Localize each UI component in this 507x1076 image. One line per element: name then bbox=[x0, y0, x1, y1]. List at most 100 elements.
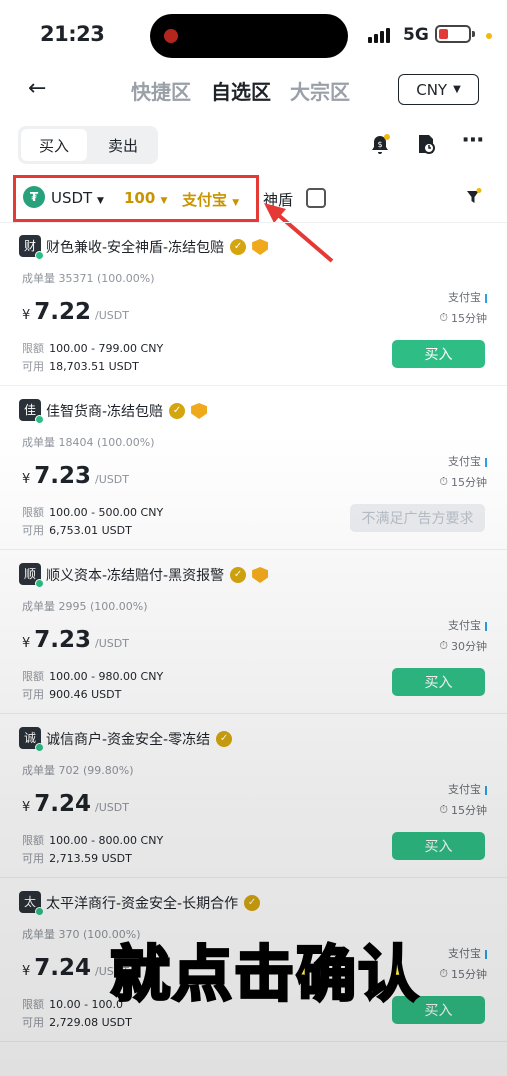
limit-row: 限额 100.00 - 500.00 CNY bbox=[22, 501, 163, 520]
recording-indicator-icon bbox=[164, 29, 178, 43]
limit-label: 限额 bbox=[22, 506, 44, 519]
available-label: 可用 bbox=[22, 1016, 44, 1029]
merchant-row[interactable]: 佳智货商-冻结包赔 ✓ bbox=[46, 401, 208, 421]
caret-down-icon: ▼ bbox=[232, 198, 240, 208]
video-caption: 就点击确认 bbox=[109, 939, 420, 1012]
eta-value: 30分钟 bbox=[451, 640, 487, 653]
amount-label: 100 bbox=[124, 189, 156, 207]
limit-value: 100.00 - 980.00 CNY bbox=[49, 670, 164, 683]
payment-method-label: 支付宝 bbox=[448, 291, 481, 304]
order-history-icon[interactable] bbox=[415, 133, 437, 160]
limit-value: 100.00 - 799.00 CNY bbox=[49, 342, 164, 355]
caret-down-icon: ▼ bbox=[160, 196, 168, 206]
volume-row: 成单量 35371 (100.00%) bbox=[22, 270, 155, 286]
merchant-name: 顺义资本-冻结赔付-黑资报警 bbox=[46, 568, 225, 584]
merchant-row[interactable]: 财色兼收-安全神盾-冻结包赔 ✓ bbox=[46, 237, 269, 257]
caret-down-icon: ▼ bbox=[97, 196, 104, 206]
available-row: 可用 2,729.08 USDT bbox=[22, 1011, 132, 1030]
alipay-color-bar bbox=[485, 621, 487, 631]
currency-select[interactable]: CNY ▼ bbox=[398, 74, 479, 105]
limit-row: 限额 100.00 - 799.00 CNY bbox=[22, 337, 163, 356]
merchant-name: 财色兼收-安全神盾-冻结包赔 bbox=[46, 240, 225, 256]
dynamic-island bbox=[150, 14, 348, 58]
back-arrow-icon[interactable]: ← bbox=[28, 76, 46, 101]
merchant-row[interactable]: 诚信商户-资金安全-零冻结 ✓ bbox=[46, 729, 233, 749]
price-row: ¥ 7.23 /USDT bbox=[22, 463, 129, 489]
limit-value: 100.00 - 500.00 CNY bbox=[49, 506, 164, 519]
payment-method-label: 支付宝 bbox=[448, 783, 481, 796]
currency-symbol: ¥ bbox=[22, 308, 31, 323]
divider bbox=[0, 222, 507, 223]
merchant-avatar: 佳 bbox=[19, 399, 44, 424]
asset-label: USDT bbox=[51, 189, 93, 207]
notification-bell-icon[interactable]: $ bbox=[368, 133, 392, 162]
avatar-initial: 顺 bbox=[23, 567, 36, 581]
buy-button[interactable]: 买入 bbox=[392, 832, 485, 860]
price-value: 7.23 bbox=[34, 463, 92, 489]
volume-label: 成单量 bbox=[22, 764, 55, 777]
payment-method: 支付宝 bbox=[448, 453, 487, 469]
payment-method-label: 支付宝 bbox=[448, 455, 481, 468]
volume-value: 2995 (100.00%) bbox=[58, 600, 148, 613]
tab-quick[interactable]: 快捷区 bbox=[131, 76, 191, 105]
available-value: 900.46 USDT bbox=[49, 688, 122, 701]
volume-label: 成单量 bbox=[22, 928, 55, 941]
svg-text:$: $ bbox=[377, 140, 382, 149]
volume-value: 35371 (100.00%) bbox=[58, 272, 155, 285]
currency-symbol: ¥ bbox=[22, 636, 31, 651]
annotation-arrow-icon bbox=[264, 203, 334, 263]
usdt-coin-icon: ₮ bbox=[23, 186, 45, 208]
payment-method: 支付宝 bbox=[448, 289, 487, 305]
buy-button[interactable]: 买入 bbox=[392, 340, 485, 368]
alipay-color-bar bbox=[485, 785, 487, 795]
limit-row: 限额 100.00 - 800.00 CNY bbox=[22, 829, 163, 848]
merchant-name: 佳智货商-冻结包赔 bbox=[46, 404, 164, 420]
merchant-row[interactable]: 太平洋商行-资金安全-长期合作 ✓ bbox=[46, 893, 261, 913]
merchant-name: 诚信商户-资金安全-零冻结 bbox=[46, 732, 211, 748]
filter-funnel-icon[interactable] bbox=[466, 188, 482, 204]
merchant-row[interactable]: 顺义资本-冻结赔付-黑资报警 ✓ bbox=[46, 565, 269, 585]
volume-row: 成单量 2995 (100.00%) bbox=[22, 598, 148, 614]
available-value: 2,729.08 USDT bbox=[49, 1016, 132, 1029]
verified-badge-icon: ✓ bbox=[169, 403, 186, 419]
amount-select[interactable]: 100 ▼ bbox=[124, 189, 167, 207]
tab-bulk[interactable]: 大宗区 bbox=[290, 76, 350, 105]
currency-symbol: ¥ bbox=[22, 800, 31, 815]
buy-button[interactable]: 买入 bbox=[392, 668, 485, 696]
currency-symbol: ¥ bbox=[22, 472, 31, 487]
price-row: ¥ 7.23 /USDT bbox=[22, 627, 129, 653]
shield-badge-icon bbox=[252, 239, 269, 255]
sell-tab[interactable]: 卖出 bbox=[90, 129, 156, 161]
price-value: 7.24 bbox=[34, 955, 92, 981]
battery-icon bbox=[435, 25, 475, 43]
divider bbox=[0, 385, 507, 386]
available-value: 2,713.59 USDT bbox=[49, 852, 132, 865]
payment-label: 支付宝 bbox=[182, 191, 228, 209]
eta-value: 15分钟 bbox=[451, 312, 487, 325]
divider bbox=[0, 1041, 507, 1042]
currency-label: CNY bbox=[416, 80, 448, 99]
requirement-not-met-button[interactable]: 不满足广告方要求 bbox=[350, 504, 485, 532]
available-row: 可用 18,703.51 USDT bbox=[22, 355, 139, 374]
available-row: 可用 6,753.01 USDT bbox=[22, 519, 132, 538]
payment-method-label: 支付宝 bbox=[448, 947, 481, 960]
volume-label: 成单量 bbox=[22, 436, 55, 449]
eta-row: ⏱ 15分钟 bbox=[439, 802, 487, 818]
volume-label: 成单量 bbox=[22, 600, 55, 613]
merchant-avatar: 顺 bbox=[19, 563, 44, 588]
available-value: 18,703.51 USDT bbox=[49, 360, 139, 373]
buy-tab[interactable]: 买入 bbox=[21, 129, 87, 161]
more-options-icon[interactable]: ⋯ bbox=[462, 128, 484, 153]
timer-icon: ⏱ bbox=[439, 639, 448, 652]
payment-select[interactable]: 支付宝 ▼ bbox=[182, 189, 239, 210]
online-status-icon bbox=[35, 415, 44, 424]
merchant-avatar: 财 bbox=[19, 235, 44, 260]
payment-method-label: 支付宝 bbox=[448, 619, 481, 632]
avatar-initial: 财 bbox=[23, 239, 36, 253]
price-value: 7.24 bbox=[34, 791, 92, 817]
timer-icon: ⏱ bbox=[439, 803, 448, 816]
asset-select[interactable]: USDT ▼ bbox=[51, 189, 104, 207]
tab-selected[interactable]: 自选区 bbox=[211, 76, 271, 105]
eta-value: 15分钟 bbox=[451, 476, 487, 489]
alipay-color-bar bbox=[485, 457, 487, 467]
